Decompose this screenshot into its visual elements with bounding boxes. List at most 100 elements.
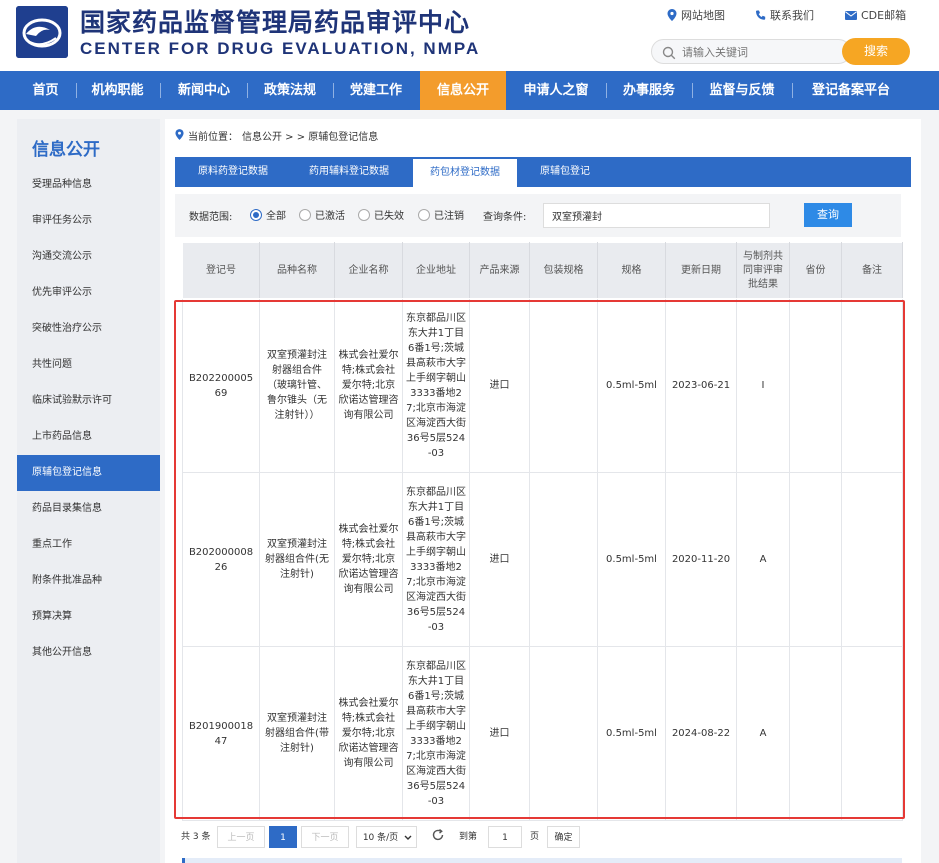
col-header-spec: 规格	[597, 242, 666, 299]
contact-link[interactable]: 联系我们	[755, 7, 814, 23]
sidebar-item-review-tasks[interactable]: 审评任务公示	[17, 203, 160, 239]
contact-label: 联系我们	[770, 9, 814, 22]
sidebar-title: 信息公开	[32, 140, 100, 160]
sidebar-item-marketed-drugs[interactable]: 上市药品信息	[17, 419, 160, 455]
cell-package-spec	[529, 298, 598, 473]
sidebar-item-common-issues[interactable]: 共性问题	[17, 347, 160, 383]
cell-package-spec	[529, 472, 598, 647]
nav-info-disclosure[interactable]: 信息公开	[420, 71, 506, 110]
cell-product-name: 双室预灌封注射器组合件(带注射针)	[259, 646, 335, 821]
results-table: 登记号 品种名称 企业名称 企业地址 产品来源 包装规格 规格 更新日期 与制剂…	[182, 242, 903, 821]
sidebar-item-communication[interactable]: 沟通交流公示	[17, 239, 160, 275]
chevron-down-icon	[404, 827, 412, 858]
radio-circle	[358, 208, 370, 221]
col-header-province: 省份	[789, 242, 842, 299]
radio-all[interactable]: 全部	[250, 207, 286, 222]
radio-expired[interactable]: 已失效	[358, 207, 404, 222]
sidebar-item-clinical-trial[interactable]: 临床试验默示许可	[17, 383, 160, 419]
nav-policy[interactable]: 政策法规	[251, 71, 329, 110]
cell-joint-review-result: A	[736, 472, 790, 647]
page-number-button[interactable]: 1	[269, 826, 297, 848]
cell-joint-review-result: I	[736, 298, 790, 473]
cell-company-address: 东京都品川区东大井1丁目6番1号;茨城县高萩市大字上手纲字朝山3333番地27;…	[402, 472, 470, 647]
query-button[interactable]: 查询	[804, 203, 852, 227]
sidebar-item-api-excipient-registration[interactable]: 原辅包登记信息	[17, 455, 160, 491]
sidebar-item-accepted-varieties[interactable]: 受理品种信息	[17, 167, 160, 203]
cell-product-source: 进口	[469, 298, 530, 473]
radio-active[interactable]: 已激活	[299, 207, 345, 222]
cell-province	[789, 298, 842, 473]
page: 国家药品监督管理局药品审评中心 CENTER FOR DRUG EVALUATI…	[0, 0, 939, 863]
nav-registration-platform[interactable]: 登记备案平台	[796, 71, 906, 110]
tab-packaging-data[interactable]: 药包材登记数据	[413, 159, 517, 187]
tab-api-data[interactable]: 原料药登记数据	[187, 157, 279, 187]
tab-excipient-data[interactable]: 药用辅料登记数据	[295, 157, 403, 187]
table-row[interactable]: B20220000569 双室预灌封注射器组合件（玻璃针管、鲁尔锥头（无注射针）…	[182, 298, 903, 473]
confirm-button[interactable]: 确定	[547, 826, 580, 848]
table-row[interactable]: B20190001847 双室预灌封注射器组合件(带注射针) 株式会社爱尔特;株…	[182, 646, 903, 821]
page-size-select[interactable]: 10 条/页	[356, 826, 417, 848]
cell-spec: 0.5ml-5ml	[597, 298, 666, 473]
sidebar-item-key-work[interactable]: 重点工作	[17, 527, 160, 563]
page-unit-label: 页	[530, 832, 540, 842]
cell-product-name: 双室预灌封注射器组合件（玻璃针管、鲁尔锥头（无注射针））	[259, 298, 335, 473]
cde-mail-label: CDE邮箱	[861, 9, 907, 22]
sidebar-item-other-info[interactable]: 其他公开信息	[17, 635, 160, 671]
search-icon	[662, 45, 676, 64]
col-header-company-address: 企业地址	[402, 242, 470, 299]
location-pin-icon	[667, 9, 677, 21]
refresh-icon[interactable]	[431, 828, 445, 850]
radio-circle	[299, 208, 311, 221]
nmpa-logo[interactable]	[16, 6, 68, 58]
sidebar-item-drug-catalog[interactable]: 药品目录集信息	[17, 491, 160, 527]
total-count: 共 3 条	[181, 832, 211, 842]
nav-home[interactable]: 首页	[18, 71, 73, 110]
nav-news[interactable]: 新闻中心	[165, 71, 243, 110]
nav-party-building[interactable]: 党建工作	[337, 71, 415, 110]
radio-circle	[418, 208, 430, 221]
search-input[interactable]	[682, 44, 842, 60]
site-subtitle: CENTER FOR DRUG EVALUATION, NMPA	[80, 39, 481, 58]
nav-applicant-window[interactable]: 申请人之窗	[510, 71, 602, 110]
radio-all-label: 全部	[266, 211, 286, 222]
sidebar-item-priority-review[interactable]: 优先审评公示	[17, 275, 160, 311]
sidebar-item-breakthrough-therapy[interactable]: 突破性治疗公示	[17, 311, 160, 347]
site-header: 国家药品监督管理局药品审评中心 CENTER FOR DRUG EVALUATI…	[0, 0, 939, 71]
prev-page-button[interactable]: 上一页	[217, 826, 265, 848]
cell-company-name: 株式会社爱尔特;株式会社爱尔特;北京欣诺达管理咨询有限公司	[334, 472, 403, 647]
nav-supervision[interactable]: 监督与反馈	[696, 71, 788, 110]
cell-remarks	[841, 646, 903, 821]
table-header-row: 登记号 品种名称 企业名称 企业地址 产品来源 包装规格 规格 更新日期 与制剂…	[182, 242, 903, 299]
breadcrumb-path[interactable]: 信息公开 > > 原辅包登记信息	[242, 128, 378, 143]
query-label: 查询条件:	[483, 212, 527, 223]
scope-label: 数据范围:	[189, 212, 233, 223]
cell-company-address: 东京都品川区东大井1丁目6番1号;茨城县高萩市大字上手纲字朝山3333番地27;…	[402, 646, 470, 821]
tab-api-excipient-registration[interactable]: 原辅包登记	[531, 157, 599, 187]
cell-company-name: 株式会社爱尔特;株式会社爱尔特;北京欣诺达管理咨询有限公司	[334, 646, 403, 821]
nav-divider	[606, 83, 607, 98]
sidebar: 信息公开 受理品种信息 审评任务公示 沟通交流公示 优先审评公示 突破性治疗公示…	[17, 119, 160, 863]
cell-update-date: 2023-06-21	[665, 298, 737, 473]
breadcrumb: 当前位置： 信息公开 > > 原辅包登记信息	[175, 128, 378, 143]
cell-registration-no: B20220000569	[182, 298, 260, 473]
next-page-button[interactable]: 下一页	[301, 826, 349, 848]
cell-company-address: 东京都品川区东大井1丁目6番1号;茨城县高萩市大字上手纲字朝山3333番地27;…	[402, 298, 470, 473]
nav-services[interactable]: 办事服务	[610, 71, 688, 110]
col-header-company-name: 企业名称	[334, 242, 403, 299]
sitemap-link[interactable]: 网站地图	[667, 7, 725, 23]
search-box	[651, 39, 851, 64]
sidebar-item-budget[interactable]: 预算决算	[17, 599, 160, 635]
col-header-product-name: 品种名称	[259, 242, 335, 299]
radio-cancelled[interactable]: 已注销	[418, 207, 464, 222]
cell-province	[789, 646, 842, 821]
query-input[interactable]	[543, 203, 770, 228]
cde-mail-link[interactable]: CDE邮箱	[845, 7, 906, 23]
search-button[interactable]: 搜索	[842, 38, 910, 65]
goto-page-input[interactable]: 1	[488, 826, 522, 848]
cell-update-date: 2020-11-20	[665, 472, 737, 647]
table-row[interactable]: B20200000826 双室预灌封注射器组合件(无注射针) 株式会社爱尔特;株…	[182, 472, 903, 647]
sidebar-item-conditional-approval[interactable]: 附条件批准品种	[17, 563, 160, 599]
nav-organization[interactable]: 机构职能	[80, 71, 155, 110]
sitemap-label: 网站地图	[681, 9, 725, 22]
nav-divider	[692, 83, 693, 98]
